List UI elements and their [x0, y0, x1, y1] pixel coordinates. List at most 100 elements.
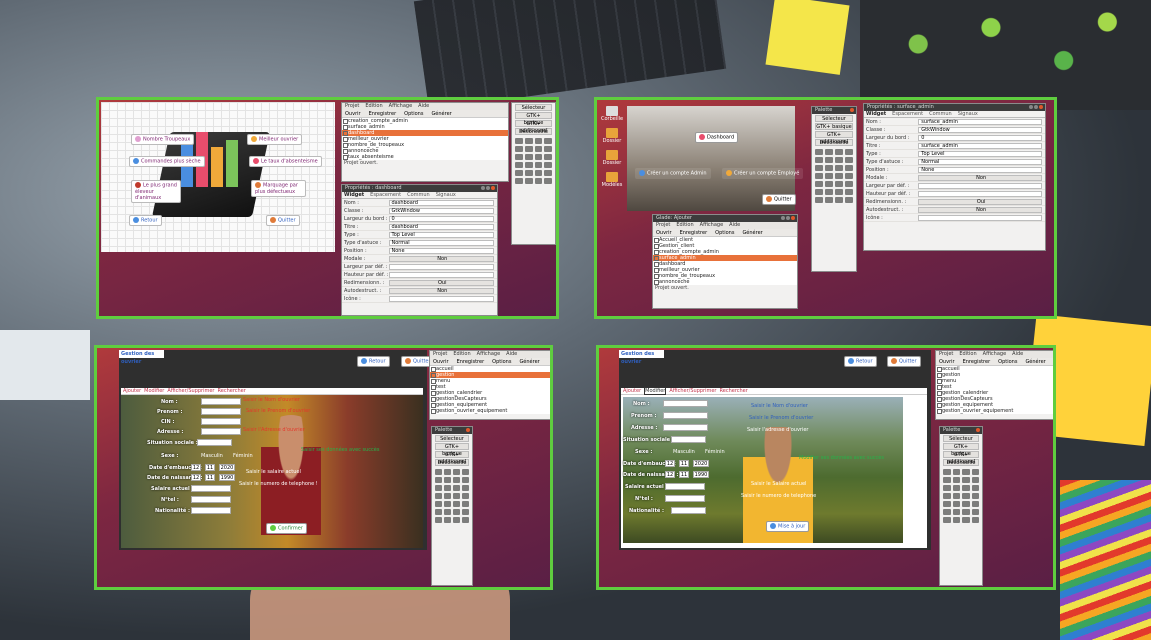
- widget-icon[interactable]: [444, 477, 451, 483]
- widget-icon[interactable]: [962, 485, 970, 491]
- sexe-feminin-radio[interactable]: Féminin: [705, 449, 725, 455]
- gtk-additionnel-button[interactable]: GTK+ additionnel: [515, 120, 552, 134]
- widget-icon[interactable]: [453, 485, 460, 491]
- mise-a-jour-button[interactable]: Mise à jour: [766, 521, 810, 532]
- nom-input[interactable]: [663, 400, 708, 407]
- widget-icon[interactable]: [453, 517, 460, 523]
- widget-icon[interactable]: [943, 517, 951, 523]
- retour-button[interactable]: Retour: [844, 356, 877, 367]
- tel-input[interactable]: [191, 496, 231, 503]
- toolbar-enregistrer[interactable]: Enregistrer: [963, 359, 991, 365]
- embauche-day-spin[interactable]: 12: [191, 464, 201, 471]
- sexe-masculin-radio[interactable]: Masculin: [201, 453, 223, 459]
- widget-icon[interactable]: [815, 189, 823, 195]
- gtk-basique-button[interactable]: GTK+ basique: [515, 112, 552, 126]
- widget-icon[interactable]: [952, 469, 960, 475]
- widget-icon[interactable]: [435, 509, 442, 515]
- widget-icon[interactable]: [524, 162, 533, 168]
- folder-icon[interactable]: [606, 172, 618, 182]
- widget-icon[interactable]: [971, 477, 979, 483]
- property-value[interactable]: [388, 271, 494, 278]
- widget-icon[interactable]: [971, 501, 979, 507]
- naissance-day-spin[interactable]: 12: [191, 474, 201, 481]
- sexe-masculin-radio[interactable]: Masculin: [673, 449, 695, 455]
- widget-icon[interactable]: [962, 469, 970, 475]
- widget-icon[interactable]: [444, 485, 451, 491]
- gtk-additionnel-button[interactable]: GTK+ additionnel: [435, 451, 469, 465]
- naissance-month-spin[interactable]: 11: [679, 471, 689, 478]
- toolbar-options[interactable]: Options: [404, 111, 423, 117]
- selector-button[interactable]: Sélecteur: [435, 435, 469, 442]
- widget-icon[interactable]: [544, 178, 552, 184]
- widget-icon[interactable]: [462, 477, 469, 483]
- tree-item[interactable]: gestion_ouvrier_equipement: [936, 408, 1053, 414]
- menu-aide[interactable]: Aide: [1012, 351, 1023, 357]
- property-value[interactable]: Oui: [918, 198, 1042, 205]
- marquage-button[interactable]: Marquage par plus défectueux: [251, 180, 306, 197]
- property-value[interactable]: Oui: [388, 279, 494, 286]
- widget-icon[interactable]: [544, 154, 552, 160]
- gtk-additionnel-button[interactable]: GTK+ additionnel: [815, 131, 853, 145]
- widget-icon[interactable]: [515, 146, 523, 152]
- widget-icon[interactable]: [845, 157, 853, 163]
- widget-icon[interactable]: [534, 170, 543, 176]
- widget-icon[interactable]: [835, 189, 843, 195]
- property-value[interactable]: None: [918, 166, 1042, 173]
- salaire-input[interactable]: [665, 483, 705, 490]
- tab-ajouter[interactable]: Ajouter: [123, 388, 141, 394]
- retour-button[interactable]: Retour: [129, 215, 162, 226]
- toolbar-options[interactable]: Options: [715, 230, 734, 236]
- property-value[interactable]: Non: [388, 255, 494, 262]
- selector-button[interactable]: Sélecteur: [515, 104, 552, 111]
- widget-icon[interactable]: [943, 501, 951, 507]
- toolbar-ouvrir[interactable]: Ouvrir: [345, 111, 361, 117]
- selector-button[interactable]: Sélecteur: [943, 435, 979, 442]
- plus-grand-eleveur-button[interactable]: Le plus grand éleveur d'animaux: [131, 180, 181, 203]
- widget-icon[interactable]: [534, 154, 543, 160]
- property-value[interactable]: 0: [918, 134, 1042, 141]
- widget-icon[interactable]: [435, 477, 442, 483]
- widget-icon[interactable]: [962, 517, 970, 523]
- widget-icon[interactable]: [544, 170, 552, 176]
- toolbar-ouvrir[interactable]: Ouvrir: [656, 230, 672, 236]
- widget-icon[interactable]: [534, 138, 543, 144]
- widget-icon[interactable]: [515, 170, 523, 176]
- menu-edition[interactable]: Edition: [365, 103, 382, 109]
- menu-projet[interactable]: Projet: [656, 222, 670, 228]
- widget-icon[interactable]: [952, 509, 960, 515]
- property-value[interactable]: Normal: [918, 158, 1042, 165]
- property-value[interactable]: dashboard: [388, 223, 494, 230]
- tab-widget[interactable]: Widget: [344, 192, 364, 198]
- dashboard-button[interactable]: Dashboard: [695, 132, 739, 143]
- creer-employe-button[interactable]: Créer un compte Employé: [722, 168, 804, 179]
- widget-icon[interactable]: [845, 197, 853, 203]
- widget-icon[interactable]: [962, 477, 970, 483]
- prenom-input[interactable]: [201, 408, 241, 415]
- nombre-troupeaux-button[interactable]: Nombre Troupeaux: [131, 134, 195, 145]
- widget-icon[interactable]: [444, 501, 451, 507]
- widget-icon[interactable]: [515, 154, 523, 160]
- widget-icon[interactable]: [962, 501, 970, 507]
- property-value[interactable]: Non: [388, 287, 494, 294]
- tab-widget[interactable]: Widget: [866, 111, 886, 117]
- property-value[interactable]: dashboard: [388, 199, 494, 206]
- widget-icon[interactable]: [825, 181, 833, 187]
- embauche-month-spin[interactable]: 11: [205, 464, 215, 471]
- widget-icon[interactable]: [971, 493, 979, 499]
- menu-affichage[interactable]: Affichage: [477, 351, 501, 357]
- widget-icon[interactable]: [845, 165, 853, 171]
- menu-aide[interactable]: Aide: [729, 222, 740, 228]
- widget-icon[interactable]: [435, 501, 442, 507]
- widget-icon[interactable]: [825, 157, 833, 163]
- tab-ajouter[interactable]: Ajouter: [623, 388, 641, 394]
- folder-icon[interactable]: [606, 150, 618, 160]
- widget-icon[interactable]: [462, 501, 469, 507]
- sexe-feminin-radio[interactable]: Féminin: [233, 453, 253, 459]
- nationalite-select[interactable]: [671, 507, 706, 514]
- tab-commun[interactable]: Commun: [929, 111, 952, 117]
- widget-icon[interactable]: [453, 493, 460, 499]
- property-value[interactable]: surface_admin: [918, 118, 1042, 125]
- menu-projet[interactable]: Projet: [433, 351, 447, 357]
- widget-icon[interactable]: [943, 485, 951, 491]
- widget-icon[interactable]: [845, 181, 853, 187]
